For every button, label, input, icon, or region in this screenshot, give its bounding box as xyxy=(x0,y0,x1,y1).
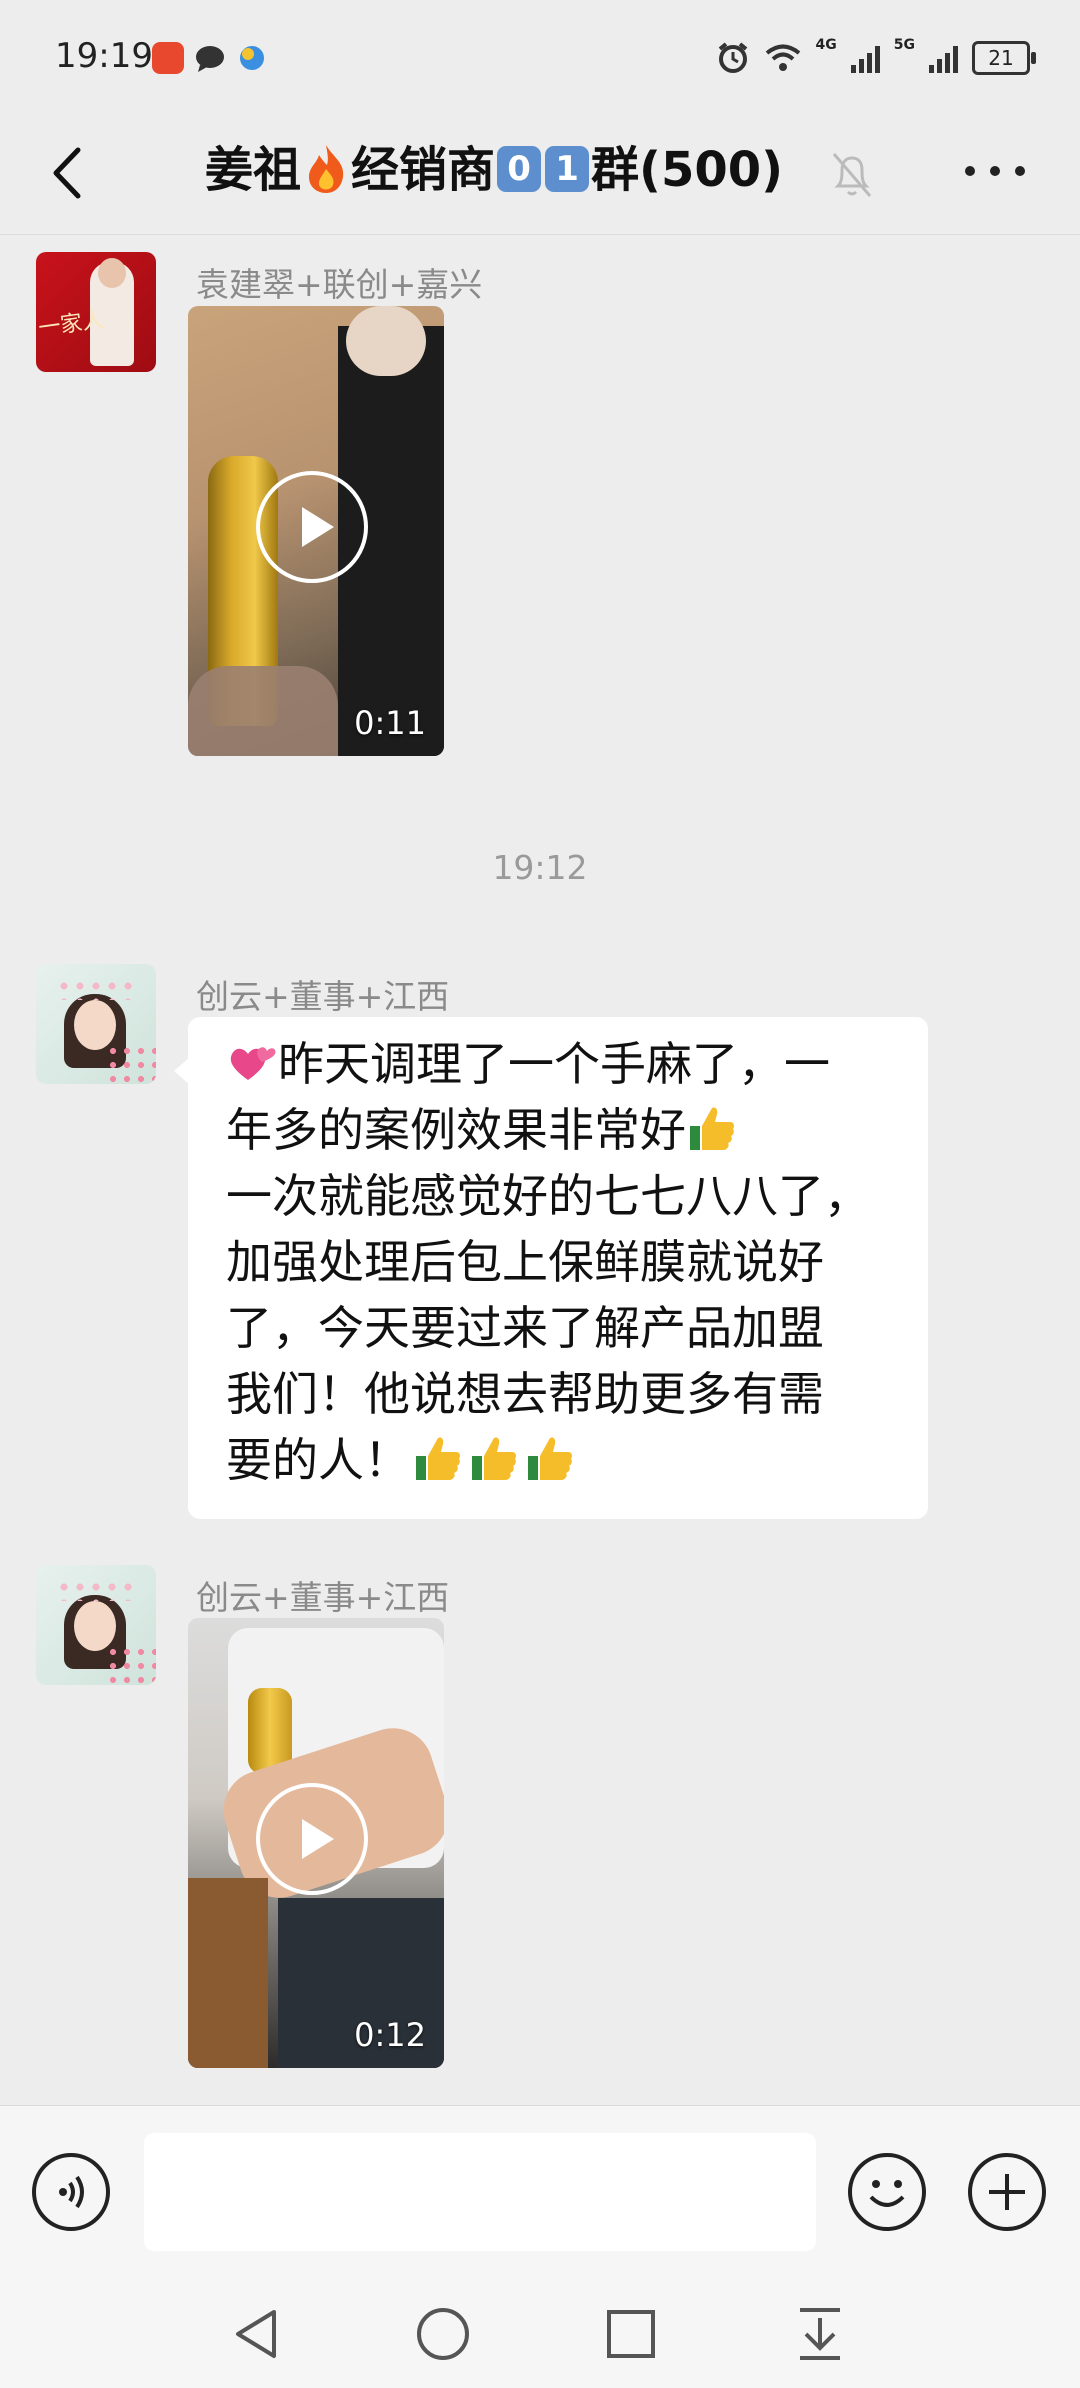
video-message[interactable]: 0:12 xyxy=(188,1618,444,2068)
bell-muted-icon xyxy=(832,153,872,197)
message-line: 加强处理后包上保鲜膜就说好 xyxy=(226,1235,824,1289)
signal-strength-icon xyxy=(929,43,958,73)
alarm-icon xyxy=(718,42,747,73)
app-notification-icon xyxy=(152,42,184,74)
message-text: 要的人！ xyxy=(226,1433,410,1487)
video-duration: 0:12 xyxy=(354,2016,426,2054)
nav-notification-drawer-icon[interactable] xyxy=(796,2304,844,2364)
chat-notification-icon xyxy=(196,46,224,72)
play-icon[interactable] xyxy=(256,1783,368,1895)
play-icon[interactable] xyxy=(256,471,368,583)
battery-icon: 21 xyxy=(972,41,1036,75)
video-message[interactable]: 0:11 xyxy=(188,306,444,756)
keycap-digit-badge: 1 xyxy=(545,146,590,192)
battery-level: 21 xyxy=(988,46,1014,70)
nav-home-icon[interactable] xyxy=(415,2306,471,2362)
chat-header: 姜祖 经销商 0 1 群(500) xyxy=(0,118,1080,235)
sender-name: 创云+董事+江西 xyxy=(196,1578,450,1617)
group-member-count: 群(500) xyxy=(591,142,784,198)
wifi-icon xyxy=(765,44,800,71)
message-line: 要的人！ xyxy=(226,1427,894,1493)
message-line: 昨天调理了一个手麻了，一 xyxy=(226,1031,894,1097)
avatar[interactable] xyxy=(36,1565,156,1685)
sender-name: 创云+董事+江西 xyxy=(196,977,450,1016)
thumbs-up-icon xyxy=(472,1437,516,1480)
avatar[interactable] xyxy=(36,964,156,1084)
message-line: 年多的案例效果非常好 xyxy=(226,1097,894,1163)
message-line: 我们！他说想去帮助更多有需 xyxy=(226,1367,824,1421)
nav-back-icon[interactable] xyxy=(230,2304,282,2364)
video-duration: 0:11 xyxy=(354,704,426,742)
signal-strength-icon xyxy=(850,43,880,73)
emoji-icon[interactable] xyxy=(848,2153,926,2231)
thumbs-up-icon xyxy=(528,1437,572,1480)
status-indicators: 4G 5G 21 xyxy=(716,37,1036,78)
chat-timestamp: 19:12 xyxy=(492,848,588,887)
keycap-digit-badge: 0 xyxy=(497,146,542,192)
group-title-text: 姜祖 xyxy=(205,142,302,198)
message-input[interactable] xyxy=(144,2133,816,2251)
fire-icon xyxy=(309,145,344,193)
sender-name: 袁建翠+联创+嘉兴 xyxy=(196,265,483,304)
voice-icon[interactable] xyxy=(32,2153,110,2231)
status-bar: 19:19 4G 5G 21 xyxy=(0,0,1080,118)
plus-icon[interactable] xyxy=(968,2153,1046,2231)
message-input-bar xyxy=(0,2105,1080,2281)
message-text: 年多的案例效果非常好 xyxy=(226,1103,686,1157)
group-title: 姜祖 经销商 0 1 群(500) xyxy=(205,130,783,210)
message-line: 了，今天要过来了解产品加盟 xyxy=(226,1301,824,1355)
chevron-left-icon[interactable] xyxy=(40,138,100,208)
message-text: 昨天调理了一个手麻了，一 xyxy=(278,1037,830,1091)
thumbs-up-icon xyxy=(416,1437,460,1480)
nav-recents-icon[interactable] xyxy=(605,2308,657,2360)
text-message-bubble[interactable]: 昨天调理了一个手麻了，一 年多的案例效果非常好 一次就能感觉好的七七八八了， 加… xyxy=(174,1017,928,1519)
group-title-text: 经销商 xyxy=(351,142,496,198)
message-line: 一次就能感觉好的七七八八了， xyxy=(226,1169,870,1223)
two-hearts-icon xyxy=(230,1047,276,1080)
network-type-label: 5G xyxy=(893,37,915,53)
network-type-label: 4G xyxy=(815,37,837,53)
avatar[interactable]: 一家人 xyxy=(36,252,156,372)
system-navigation-bar xyxy=(0,2280,1080,2388)
thumbs-up-icon xyxy=(690,1107,734,1150)
status-time: 19:19 xyxy=(55,36,153,76)
browser-notification-icon xyxy=(240,46,264,70)
more-dots-icon[interactable] xyxy=(965,166,1025,182)
